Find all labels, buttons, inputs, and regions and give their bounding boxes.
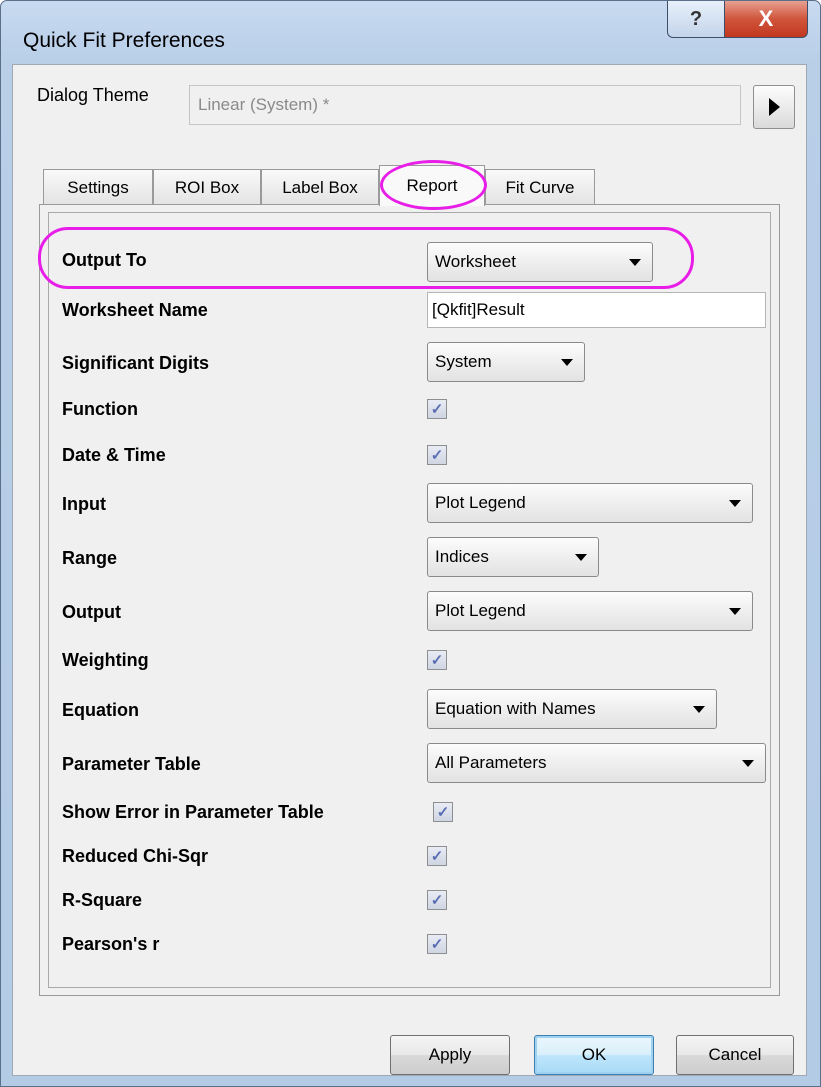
checkmark-icon: ✓ xyxy=(430,400,444,418)
checkmark-icon: ✓ xyxy=(430,446,444,464)
output-to-label: Output To xyxy=(62,250,147,270)
cancel-button[interactable]: Cancel xyxy=(676,1035,794,1075)
checkmark-icon: ✓ xyxy=(436,803,450,821)
range-value: Indices xyxy=(435,547,489,566)
tab-report[interactable]: Report xyxy=(379,165,485,206)
reduced-chi-sqr-label: Reduced Chi-Sqr xyxy=(62,846,209,866)
tab-roi-box[interactable]: ROI Box xyxy=(153,169,261,205)
dialog-theme-field[interactable]: Linear (System) * xyxy=(189,85,741,125)
parameter-table-value: All Parameters xyxy=(435,753,547,772)
checkmark-icon: ✓ xyxy=(430,935,444,953)
ok-button[interactable]: OK xyxy=(534,1035,654,1075)
worksheet-name-label: Worksheet Name xyxy=(62,300,208,320)
play-arrow-icon xyxy=(768,98,780,116)
equation-label: Equation xyxy=(62,700,139,720)
chevron-down-icon xyxy=(693,706,705,713)
tab-fit-curve[interactable]: Fit Curve xyxy=(485,169,595,205)
reduced-chi-sqr-checkbox[interactable]: ✓ xyxy=(427,846,447,866)
significant-digits-value: System xyxy=(435,352,492,371)
tab-label-box[interactable]: Label Box xyxy=(261,169,379,205)
pearsons-r-label: Pearson's r xyxy=(62,934,160,954)
range-label: Range xyxy=(62,548,118,568)
chevron-down-icon xyxy=(575,554,587,561)
weighting-label: Weighting xyxy=(62,650,149,670)
pearsons-r-checkbox[interactable]: ✓ xyxy=(427,934,447,954)
help-icon: ? xyxy=(689,7,703,30)
checkmark-icon: ✓ xyxy=(430,847,444,865)
output-label: Output xyxy=(62,602,121,622)
parameter-table-dropdown[interactable]: All Parameters xyxy=(427,743,766,783)
dialog-content: Dialog Theme Linear (System) * Settings … xyxy=(12,64,807,1076)
dialog-theme-label: Dialog Theme xyxy=(37,85,149,105)
date-time-checkbox[interactable]: ✓ xyxy=(427,445,447,465)
chevron-down-icon xyxy=(729,608,741,615)
r-square-checkbox[interactable]: ✓ xyxy=(427,890,447,910)
help-button[interactable]: ? xyxy=(667,1,725,38)
theme-menu-button[interactable] xyxy=(753,85,795,129)
input-label: Input xyxy=(62,494,106,514)
parameter-table-label: Parameter Table xyxy=(62,754,201,774)
input-value: Plot Legend xyxy=(435,493,526,512)
range-dropdown[interactable]: Indices xyxy=(427,537,599,577)
weighting-checkbox[interactable]: ✓ xyxy=(427,650,447,670)
show-error-checkbox[interactable]: ✓ xyxy=(433,802,453,822)
chevron-down-icon xyxy=(742,760,754,767)
significant-digits-label: Significant Digits xyxy=(62,353,210,373)
function-label: Function xyxy=(62,399,138,419)
function-checkbox[interactable]: ✓ xyxy=(427,399,447,419)
chevron-down-icon xyxy=(561,359,573,366)
input-dropdown[interactable]: Plot Legend xyxy=(427,483,753,523)
output-to-dropdown[interactable]: Worksheet xyxy=(427,242,653,282)
checkmark-icon: ✓ xyxy=(430,651,444,669)
equation-dropdown[interactable]: Equation with Names xyxy=(427,689,717,729)
close-button[interactable]: X xyxy=(724,1,808,38)
significant-digits-dropdown[interactable]: System xyxy=(427,342,585,382)
show-error-label: Show Error in Parameter Table xyxy=(62,802,324,822)
output-dropdown[interactable]: Plot Legend xyxy=(427,591,753,631)
output-to-value: Worksheet xyxy=(435,252,516,271)
apply-button[interactable]: Apply xyxy=(390,1035,510,1075)
r-square-label: R-Square xyxy=(62,890,143,910)
chevron-down-icon xyxy=(729,500,741,507)
window-title: Quick Fit Preferences xyxy=(23,29,225,52)
checkmark-icon: ✓ xyxy=(430,891,444,909)
output-value: Plot Legend xyxy=(435,601,526,620)
equation-value: Equation with Names xyxy=(435,699,596,718)
date-time-label: Date & Time xyxy=(62,445,166,465)
worksheet-name-input[interactable]: [Qkfit]Result xyxy=(427,292,766,328)
close-icon: X xyxy=(758,6,774,31)
chevron-down-icon xyxy=(629,259,641,266)
tab-settings[interactable]: Settings xyxy=(43,169,153,205)
